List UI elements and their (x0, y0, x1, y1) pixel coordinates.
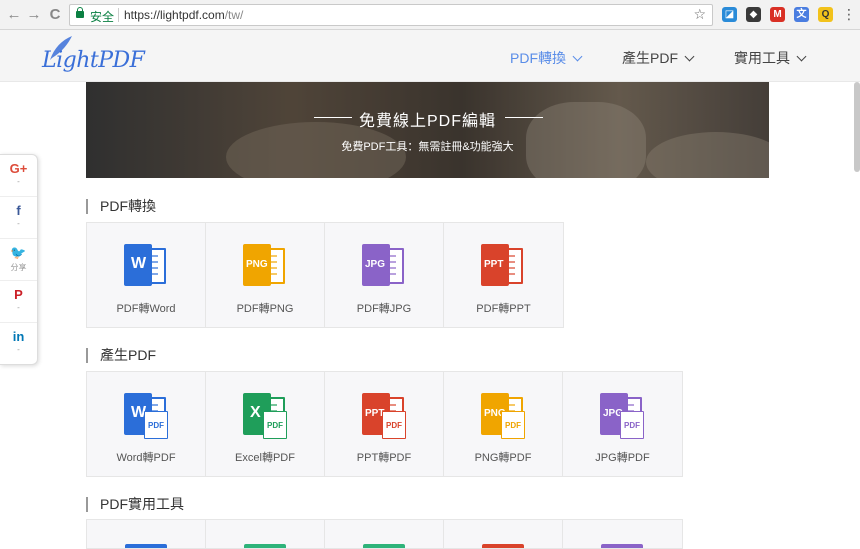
chevron-down-icon (796, 51, 807, 62)
share-item[interactable]: f- (0, 197, 37, 239)
secure-label: 安全 (90, 10, 115, 24)
tool-card[interactable]: PPT PDF PPT轉PDF (325, 372, 444, 476)
logo-text: LightPDF (42, 48, 145, 73)
tool-grid-pdf-convert: W PDF轉Word PNG PDF轉PNG JPG PDF轉JPG PPT PDF轉PPT (86, 222, 564, 328)
browser-toolbar: ← → C 安全 https://lightpdf.com/tw/ ☆ ◪ ◆ M 文… (0, 0, 860, 30)
tool-icon: JPG PDF (600, 393, 646, 439)
banner-subtitle: 免費PDF工具：無需註冊&功能強大 (341, 141, 514, 153)
tool-icon: PPT PDF (362, 393, 408, 439)
social-share-bar: G+ - f - 🐦 分享 P - in - (0, 154, 38, 365)
tool-icon (601, 544, 643, 548)
tool-card[interactable] (444, 520, 563, 548)
lightpdf-logo[interactable]: LightPDF (42, 36, 145, 76)
nav-create-pdf[interactable]: 產生PDF (622, 48, 695, 68)
tool-grid-pdf-tools (86, 519, 683, 549)
reload-button[interactable]: C (47, 7, 63, 23)
tool-card[interactable]: JPG PDF轉JPG (325, 223, 444, 327)
share-count: - (17, 345, 20, 354)
tool-label: PDF轉Word (116, 303, 176, 315)
tool-icon (363, 544, 405, 548)
ext-translate-icon[interactable]: 文 (794, 7, 809, 22)
share-count: 分享 (10, 263, 27, 272)
section-title-pdf-tools: PDF實用工具 (86, 497, 184, 512)
tool-card[interactable]: X PDF Excel轉PDF (206, 372, 325, 476)
url-host: https://lightpdf.com (124, 8, 225, 22)
bookmark-star-icon[interactable]: ☆ (693, 6, 706, 23)
nav-label: PDF轉換 (510, 50, 566, 66)
forward-button[interactable]: → (26, 7, 42, 23)
chevron-down-icon (572, 51, 583, 62)
divider (118, 8, 119, 22)
ext-q-icon[interactable]: Q (818, 7, 833, 22)
linkedin-icon: in (12, 329, 25, 344)
nav-label: 實用工具 (734, 50, 790, 66)
tool-label: PDF轉PPT (476, 303, 531, 315)
tool-label: PDF轉JPG (356, 303, 412, 315)
tool-label: PDF轉PNG (236, 303, 294, 315)
chevron-down-icon (684, 51, 695, 62)
tool-card[interactable]: PNG PDF轉PNG (206, 223, 325, 327)
address-bar[interactable]: 安全 https://lightpdf.com/tw/ ☆ (69, 4, 713, 26)
back-button[interactable]: ← (6, 7, 22, 23)
facebook-icon: f (16, 203, 21, 218)
tool-icon: W (124, 244, 170, 288)
tool-label: PPT轉PDF (356, 452, 412, 464)
tool-icon (125, 544, 167, 548)
tool-icon: JPG (362, 244, 408, 288)
lock-icon (76, 7, 84, 18)
tool-icon: PNG PDF (481, 393, 527, 439)
nav-label: 產生PDF (622, 50, 678, 66)
share-count: - (17, 303, 20, 312)
tool-card[interactable]: PNG PDF PNG轉PDF (444, 372, 563, 476)
google-plus-icon: G+ (9, 161, 28, 176)
tool-icon: X PDF (243, 393, 289, 439)
tool-card[interactable]: JPG PDF JPG轉PDF (563, 372, 682, 476)
tool-card[interactable]: PPT PDF轉PPT (444, 223, 563, 327)
page-scrollbar[interactable] (854, 82, 860, 172)
banner-title: 免費線上PDF編輯 (358, 113, 496, 130)
tool-card[interactable]: W PDF轉Word (87, 223, 206, 327)
tool-label: PNG轉PDF (474, 452, 532, 464)
ext-evernote-icon[interactable]: ◆ (746, 7, 761, 22)
tool-card[interactable] (206, 520, 325, 548)
tool-card[interactable]: W PDF Word轉PDF (87, 372, 206, 476)
ext-gmail-icon[interactable]: M (770, 7, 785, 22)
pinterest-icon: P (14, 287, 23, 302)
url-path: /tw/ (224, 8, 244, 22)
share-count: - (17, 177, 20, 186)
ext-blue-icon[interactable]: ◪ (722, 7, 737, 22)
tool-label: Excel轉PDF (235, 452, 295, 464)
tool-card[interactable] (563, 520, 682, 548)
tool-label: JPG轉PDF (595, 452, 650, 464)
tool-icon (244, 544, 286, 548)
site-header: LightPDF PDF轉換 產生PDF 實用工具 (0, 30, 860, 82)
twitter-icon: 🐦 (10, 245, 27, 260)
tool-icon (482, 544, 524, 548)
share-item[interactable]: 🐦 分享 (0, 239, 37, 281)
tool-card[interactable] (87, 520, 206, 548)
url-text[interactable]: https://lightpdf.com/tw/ (124, 8, 243, 22)
share-item[interactable]: G+ - (0, 155, 37, 197)
nav-pdf-convert[interactable]: PDF轉換 (510, 48, 583, 68)
nav-tools[interactable]: 實用工具 (734, 48, 807, 68)
browser-menu-icon[interactable]: ⋮ (842, 6, 856, 22)
section-title-pdf-convert: PDF轉換 (86, 199, 156, 214)
share-item[interactable]: in - (0, 323, 37, 365)
tool-icon: PNG (243, 244, 289, 288)
share-count: - (17, 219, 20, 228)
section-title-create-pdf: 產生PDF (86, 348, 156, 363)
share-item[interactable]: P- (0, 281, 37, 323)
tool-card[interactable] (325, 520, 444, 548)
tool-label: Word轉PDF (116, 452, 176, 464)
tool-icon: W PDF (124, 393, 170, 439)
hero-banner: 免費線上PDF編輯 免費PDF工具：無需註冊&功能強大 (86, 82, 769, 178)
tool-icon: PPT (481, 244, 527, 288)
tool-grid-create-pdf: W PDF Word轉PDF X PDF Excel轉PDF PPT PDF PPT轉PDF PN… (86, 371, 683, 477)
